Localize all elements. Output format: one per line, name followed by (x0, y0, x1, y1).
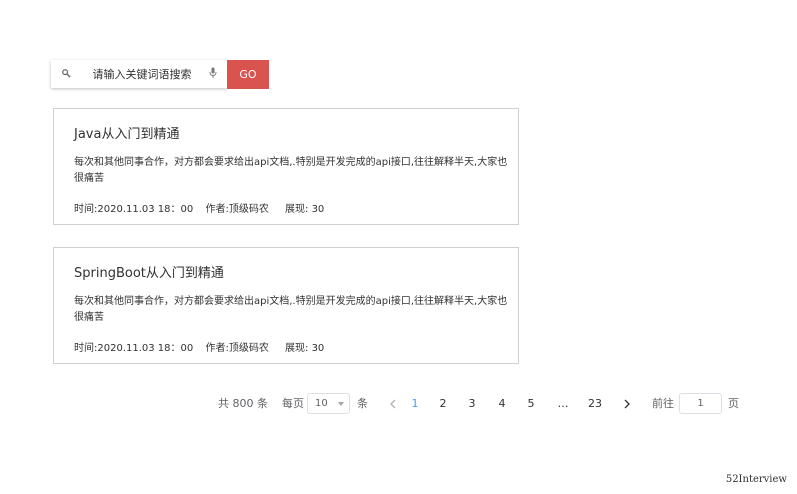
article-card: Java从入门到精通 每次和其他同事合作，对方都会要求给出api文档,.特别是开… (53, 108, 519, 225)
page-size-select[interactable]: 10 (307, 393, 350, 414)
page-size-label: 每页 (282, 397, 304, 410)
page-number[interactable]: 23 (585, 393, 605, 415)
page-size-value: 10 (315, 398, 328, 409)
caret-down-icon (338, 402, 344, 406)
article-title[interactable]: Java从入门到精通 (74, 123, 179, 142)
mic-icon[interactable] (209, 67, 217, 79)
article-author: 作者:顶级码农 (205, 343, 269, 354)
goto-label: 前往 (652, 397, 674, 410)
page-ellipsis[interactable]: … (553, 393, 573, 415)
article-time: 时间:2020.11.03 18：00 (74, 343, 194, 354)
article-card: SpringBoot从入门到精通 每次和其他同事合作，对方都会要求给出api文档… (53, 247, 519, 364)
article-views: 展现: 30 (285, 204, 325, 215)
pagination: 共 800 条 每页 10 条 1 2 3 4 5 … 23 前往 页 (0, 393, 797, 415)
article-views: 展现: 30 (285, 343, 325, 354)
page-number[interactable]: 4 (492, 393, 512, 415)
search-icon (62, 69, 71, 78)
goto-page-input[interactable] (679, 393, 722, 414)
pagination-total: 共 800 条 (218, 397, 268, 410)
page-number[interactable]: 1 (405, 393, 425, 415)
article-meta: 时间:2020.11.03 18：00 作者:顶级码农 展现: 30 (74, 339, 324, 354)
page-number[interactable]: 2 (433, 393, 453, 415)
go-button[interactable]: GO (227, 60, 269, 89)
chevron-right-icon[interactable] (622, 393, 632, 415)
article-author: 作者:顶级码农 (205, 204, 269, 215)
page-size-unit: 条 (357, 397, 368, 410)
article-title[interactable]: SpringBoot从入门到精通 (74, 262, 224, 281)
search-input[interactable] (75, 60, 209, 88)
chevron-left-icon[interactable] (388, 393, 398, 415)
article-time: 时间:2020.11.03 18：00 (74, 204, 194, 215)
page-number[interactable]: 5 (521, 393, 541, 415)
article-meta: 时间:2020.11.03 18：00 作者:顶级码农 展现: 30 (74, 200, 324, 215)
watermark: 52Interview (725, 474, 787, 485)
page-number[interactable]: 3 (462, 393, 482, 415)
search-bar (51, 60, 227, 88)
article-description: 每次和其他同事合作，对方都会要求给出api文档,.特别是开发完成的api接口,往… (74, 157, 508, 184)
article-description: 每次和其他同事合作，对方都会要求给出api文档,.特别是开发完成的api接口,往… (74, 296, 508, 323)
goto-unit: 页 (728, 397, 739, 410)
